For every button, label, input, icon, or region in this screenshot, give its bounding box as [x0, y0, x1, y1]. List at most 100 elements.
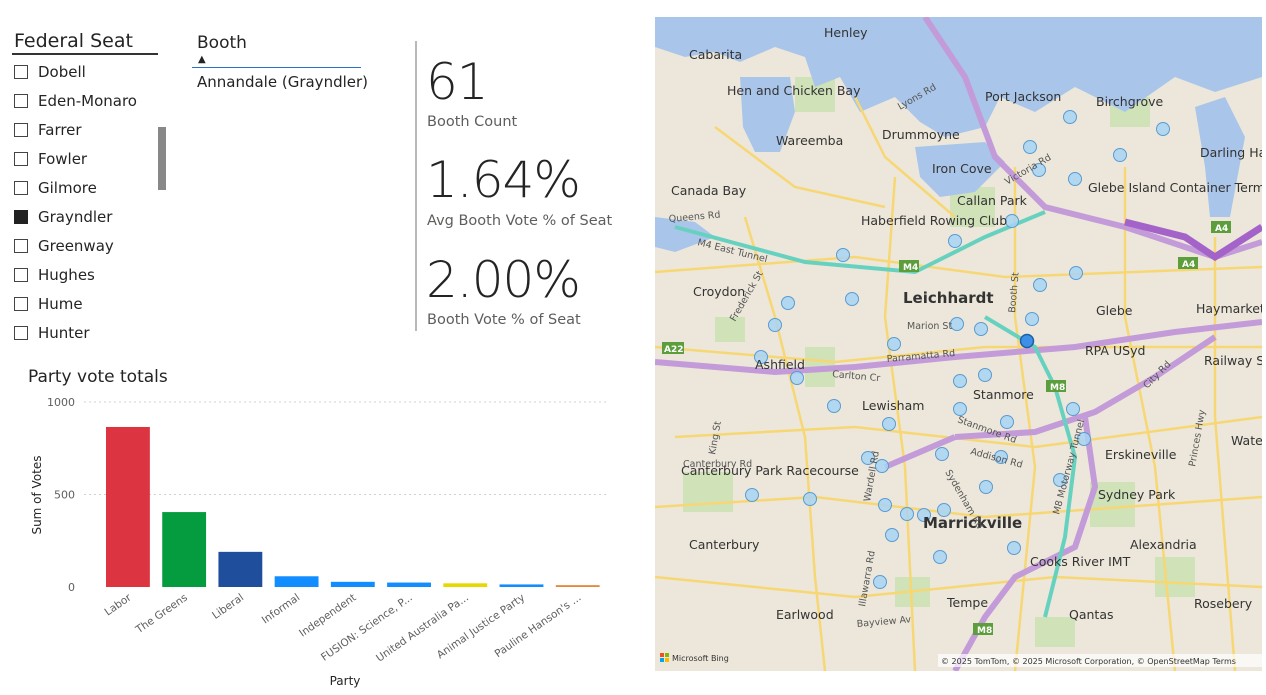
bing-logo: Microsoft Bing: [660, 653, 729, 663]
road-label: Bayview Av: [856, 614, 912, 630]
bar-1[interactable]: [162, 512, 207, 587]
seat-item-grayndler[interactable]: Grayndler: [12, 202, 162, 231]
seat-item-dobell[interactable]: Dobell: [12, 57, 162, 86]
suburb-label: Haymarket: [1196, 301, 1262, 316]
seat-item-label: Eden-Monaro: [38, 91, 137, 110]
selected-booth-marker[interactable]: [1019, 333, 1035, 349]
checkbox[interactable]: [14, 325, 28, 340]
map-attribution[interactable]: © 2025 TomTom, © 2025 Microsoft Corporat…: [941, 657, 1236, 666]
road-label: Marion St: [907, 321, 952, 332]
suburb-label: Leichhardt: [903, 289, 994, 307]
seat-item-label: Hughes: [38, 265, 95, 284]
suburb-label: Croydon: [693, 284, 745, 299]
x-tick-label: FUSION: Science, P...: [319, 592, 415, 664]
seat-item-hughes[interactable]: Hughes: [12, 260, 162, 289]
suburb-label: Cooks River IMT: [1030, 554, 1131, 569]
checkbox[interactable]: [14, 209, 28, 224]
y-axis-title: Sum of Votes: [30, 455, 44, 534]
party-vote-bar-chart[interactable]: 05001000Labor The Greens Liberal InformalIn…: [0, 390, 640, 695]
suburb-label: Wareemba: [776, 133, 843, 148]
chart-title: Party vote totals: [28, 367, 168, 387]
svg-text:A4: A4: [1182, 260, 1195, 270]
y-tick-label: 500: [54, 489, 75, 502]
checkbox[interactable]: [14, 238, 28, 253]
seat-item-greenway[interactable]: Greenway: [12, 231, 162, 260]
booth-dropdown-underline: [192, 67, 361, 68]
road-label: Addison Rd: [969, 446, 1023, 470]
road-label: King St: [707, 420, 724, 455]
bar-6[interactable]: [443, 583, 488, 587]
seat-item-label: Farrer: [38, 120, 82, 139]
suburb-label: Alexandria: [1130, 537, 1197, 552]
federal-seat-list[interactable]: Dobell Eden-Monaro Farrer Fowler Gilmore Gray…: [12, 57, 162, 350]
seat-item-hunter[interactable]: Hunter: [12, 318, 162, 347]
bar-3[interactable]: [274, 576, 319, 587]
checkbox[interactable]: [14, 93, 28, 108]
seat-item-farrer[interactable]: Farrer: [12, 115, 162, 144]
booth-vote-label: Booth Vote % of Seat: [427, 312, 581, 328]
suburb-label: Canterbury: [689, 537, 760, 552]
seat-item-label: Dobell: [38, 62, 86, 81]
svg-text:M8: M8: [977, 626, 992, 636]
avg-booth-vote-value: 1.64%: [426, 151, 581, 209]
collapse-caret-icon[interactable]: ▲: [198, 55, 206, 65]
svg-text:A4: A4: [1215, 224, 1228, 234]
suburb-label: Henley: [824, 25, 868, 40]
suburb-label: Callan Park: [957, 193, 1028, 208]
checkbox[interactable]: [14, 267, 28, 282]
road-label: Canterbury Rd: [683, 459, 752, 470]
seat-item-label: Fowler: [38, 149, 88, 168]
suburb-label: Glebe Island Container Terminal: [1088, 180, 1262, 195]
road-label: Carlton Cr: [832, 369, 881, 384]
suburb-label: Sydney Park: [1098, 487, 1176, 502]
suburb-label: Rosebery: [1194, 596, 1253, 611]
bar-5[interactable]: [387, 582, 431, 587]
bar-8[interactable]: [555, 585, 600, 587]
seat-item-label: Grayndler: [38, 207, 113, 226]
checkbox[interactable]: [14, 64, 28, 79]
suburb-label: Waterl: [1231, 433, 1262, 448]
road-label: Princes Hwy: [1187, 408, 1208, 467]
checkbox[interactable]: [14, 122, 28, 137]
kpi-divider: [415, 41, 417, 331]
checkbox[interactable]: [14, 151, 28, 166]
suburb-label: Canada Bay: [671, 183, 747, 198]
checkbox[interactable]: [14, 296, 28, 311]
suburb-label: RPA: [1085, 343, 1109, 358]
x-tick-label: The Greens: [133, 592, 190, 637]
suburb-label: Birchgrove: [1096, 94, 1164, 109]
suburb-label: Earlwood: [776, 607, 834, 622]
booth-map[interactable]: M4 A4 A4 M8 M8 A22 Henley Cabarita Hen and…: [655, 17, 1262, 671]
federal-seat-title-underline: [12, 53, 158, 55]
booth-selected-value[interactable]: Annandale (Grayndler): [197, 73, 368, 91]
map-canvas[interactable]: M4 A4 A4 M8 M8 A22 Henley Cabarita Hen and…: [655, 17, 1262, 671]
booth-count-value: 61: [426, 53, 489, 111]
federal-seat-slicer-title: Federal Seat: [14, 30, 133, 52]
checkbox[interactable]: [14, 180, 28, 195]
svg-text:A22: A22: [664, 345, 684, 355]
seat-item-hume[interactable]: Hume: [12, 289, 162, 318]
svg-text:M4: M4: [903, 263, 918, 273]
suburb-label: Tempe: [946, 595, 988, 610]
map-provider-label: Microsoft Bing: [672, 654, 729, 663]
booth-count-label: Booth Count: [427, 114, 518, 130]
seat-item-eden-monaro[interactable]: Eden-Monaro: [12, 86, 162, 115]
seat-item-label: Hume: [38, 294, 83, 313]
road-label: Queens Rd: [668, 210, 721, 225]
bar-7[interactable]: [499, 584, 544, 587]
y-tick-label: 1000: [47, 396, 75, 409]
bar-4[interactable]: [330, 581, 375, 587]
suburb-label: Iron Cove: [932, 161, 992, 176]
booth-slicer-title: Booth: [197, 33, 247, 53]
x-tick-label: Informal: [260, 592, 303, 627]
federal-seat-scrollbar[interactable]: [158, 127, 166, 190]
seat-item-gilmore[interactable]: Gilmore: [12, 173, 162, 202]
bar-2[interactable]: [218, 551, 263, 587]
suburb-label: Port Jackson: [985, 89, 1061, 104]
seat-item-fowler[interactable]: Fowler: [12, 144, 162, 173]
suburb-label: Erskineville: [1105, 447, 1177, 462]
bar-0[interactable]: [106, 426, 150, 587]
booth-vote-value: 2.00%: [426, 251, 581, 309]
suburb-label: USyd: [1113, 343, 1145, 358]
x-tick-label: Liberal: [210, 592, 246, 622]
